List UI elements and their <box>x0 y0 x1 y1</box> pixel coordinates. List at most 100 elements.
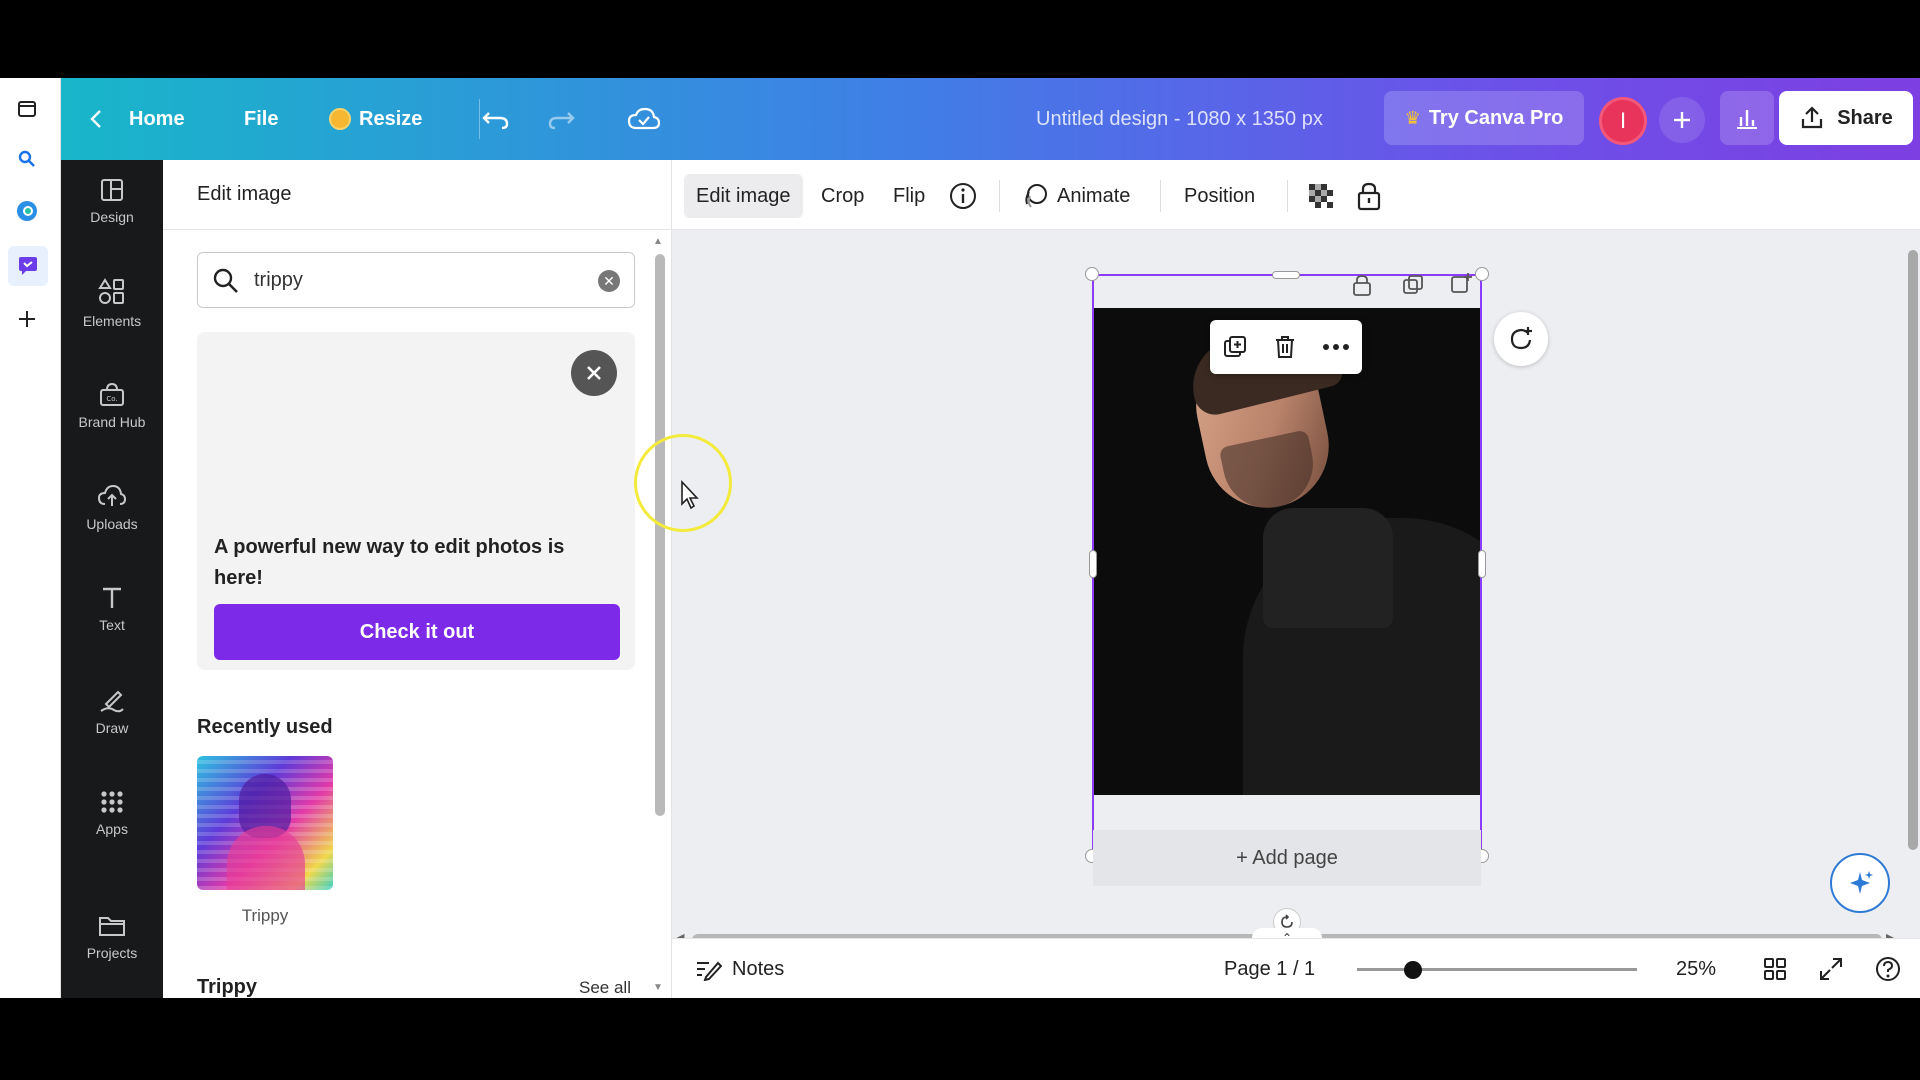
layout-icon <box>101 179 123 201</box>
rail-item-text[interactable]: Text <box>61 568 163 650</box>
search-icon <box>213 268 238 293</box>
lock-page-icon[interactable] <box>1352 274 1372 301</box>
folder-icon <box>99 917 125 936</box>
rail-item-projects[interactable]: Projects <box>61 896 163 978</box>
rail-item-apps[interactable]: Apps <box>61 772 163 854</box>
rail-item-design[interactable]: Design <box>61 160 163 242</box>
add-page-icon[interactable] <box>1450 272 1472 299</box>
resize-handle[interactable] <box>1478 550 1486 578</box>
add-collaborator-button[interactable] <box>1659 97 1705 143</box>
redo-icon[interactable] <box>546 78 576 160</box>
lock-icon[interactable] <box>1356 174 1382 218</box>
zoom-slider[interactable] <box>1357 968 1637 971</box>
notes-icon <box>697 961 722 981</box>
rail-label: Apps <box>96 821 128 837</box>
resize-handle[interactable] <box>1085 267 1099 281</box>
shapes-icon <box>98 278 124 304</box>
trippy-effect-thumbnail[interactable] <box>197 756 333 890</box>
rail-label: Elements <box>82 313 142 329</box>
check-it-out-button[interactable]: Check it out <box>214 604 620 660</box>
undo-icon[interactable] <box>481 78 511 160</box>
insights-chart-icon[interactable] <box>1720 91 1774 145</box>
canvas-area[interactable]: + Add page ◀ ▶ ⌃ <box>672 230 1920 948</box>
edge-icon[interactable] <box>12 196 42 226</box>
canvas-vertical-scrollbar[interactable] <box>1908 250 1918 850</box>
rail-item-uploads[interactable]: Uploads <box>61 466 163 548</box>
notes-label: Notes <box>732 957 785 980</box>
close-icon[interactable] <box>571 350 617 396</box>
promo-text: A powerful new way to edit photos is her… <box>214 536 565 589</box>
resize-handle[interactable] <box>1272 271 1300 279</box>
top-header: Home File Resize Untitled design - 1080 … <box>61 78 1920 160</box>
editor-footer: Notes Page 1 / 1 25% <box>672 938 1920 998</box>
search-value: trippy <box>254 268 303 291</box>
element-context-menu <box>1210 320 1362 374</box>
position-button[interactable]: Position <box>1184 174 1255 218</box>
edit-image-panel: Edit image trippy ✕ A powerful new way t… <box>163 160 672 998</box>
crown-coin-icon <box>329 108 351 130</box>
resize-handle[interactable] <box>1475 267 1489 281</box>
brand-icon: Co. <box>100 382 124 406</box>
promo-card: A powerful new way to edit photos is her… <box>197 332 635 670</box>
context-toolbar: Edit image Crop Flip Animate Position <box>672 160 1920 230</box>
scroll-down-arrow-icon[interactable]: ▼ <box>653 982 663 993</box>
rail-item-draw[interactable]: Draw <box>61 670 163 752</box>
file-menu-button[interactable]: File <box>244 78 278 160</box>
design-title[interactable]: Untitled design - 1080 x 1350 px <box>1036 78 1323 160</box>
info-icon[interactable] <box>948 174 978 218</box>
cloud-save-icon[interactable] <box>627 78 661 160</box>
home-button[interactable]: Home <box>129 78 185 160</box>
letterbox-bottom <box>0 998 1920 1080</box>
crop-button[interactable]: Crop <box>821 174 864 218</box>
try-pro-label: Try Canva Pro <box>1428 106 1564 129</box>
clear-search-icon[interactable]: ✕ <box>598 270 620 292</box>
trash-icon[interactable] <box>1273 334 1297 360</box>
avatar[interactable]: I <box>1599 97 1647 145</box>
apps-grid-icon <box>101 791 123 813</box>
help-icon[interactable] <box>1874 939 1902 999</box>
magic-sparkle-icon[interactable] <box>1830 853 1890 913</box>
recently-used-title: Recently used <box>197 716 333 738</box>
see-all-link[interactable]: See all <box>579 978 631 998</box>
trippy-section-title: Trippy <box>197 976 258 998</box>
scroll-up-arrow-icon[interactable]: ▲ <box>653 236 663 247</box>
page-indicator[interactable]: Page 1 / 1 <box>1224 939 1315 999</box>
resize-handle[interactable] <box>1089 550 1097 578</box>
flip-button[interactable]: Flip <box>893 174 925 218</box>
notes-button[interactable]: Notes <box>694 939 784 999</box>
fullscreen-icon[interactable] <box>1818 939 1844 999</box>
panel-scrollbar-thumb[interactable] <box>655 254 665 816</box>
tabs-icon[interactable] <box>12 94 42 124</box>
draw-icon <box>100 690 124 713</box>
rail-item-brand-hub[interactable]: Co. Brand Hub <box>61 364 163 446</box>
duplicate-page-icon[interactable] <box>1402 274 1424 301</box>
grid-view-icon[interactable] <box>1762 939 1788 999</box>
transparency-icon[interactable] <box>1306 174 1336 218</box>
refresh-suggestion-icon[interactable] <box>1494 312 1548 366</box>
edit-image-button[interactable]: Edit image <box>684 174 803 218</box>
resize-button[interactable]: Resize <box>329 78 422 160</box>
rail-item-elements[interactable]: Elements <box>61 262 163 344</box>
more-options-icon[interactable] <box>1322 343 1350 351</box>
browser-sidebar <box>0 78 61 998</box>
share-button[interactable]: Share <box>1779 91 1913 145</box>
add-icon[interactable] <box>12 304 42 334</box>
duplicate-icon[interactable] <box>1222 334 1248 360</box>
letterbox-top <box>0 0 1920 78</box>
search-input[interactable]: trippy ✕ <box>197 252 635 308</box>
back-chevron-icon[interactable] <box>89 78 103 160</box>
share-label: Share <box>1837 106 1893 129</box>
rail-label: Design <box>90 209 134 225</box>
search-icon[interactable] <box>12 144 42 174</box>
upload-cloud-icon <box>97 484 127 506</box>
rail-label: Projects <box>86 945 138 961</box>
animate-button[interactable]: Animate <box>1021 174 1130 218</box>
zoom-slider-knob[interactable] <box>1404 961 1422 979</box>
mouse-pointer-icon <box>680 479 700 515</box>
add-page-button[interactable]: + Add page <box>1093 830 1481 886</box>
messenger-icon[interactable] <box>8 246 48 286</box>
rail-label: Draw <box>95 720 129 736</box>
try-canva-pro-button[interactable]: ♛ Try Canva Pro <box>1384 91 1584 145</box>
zoom-level[interactable]: 25% <box>1676 939 1716 999</box>
animate-label: Animate <box>1057 184 1131 207</box>
